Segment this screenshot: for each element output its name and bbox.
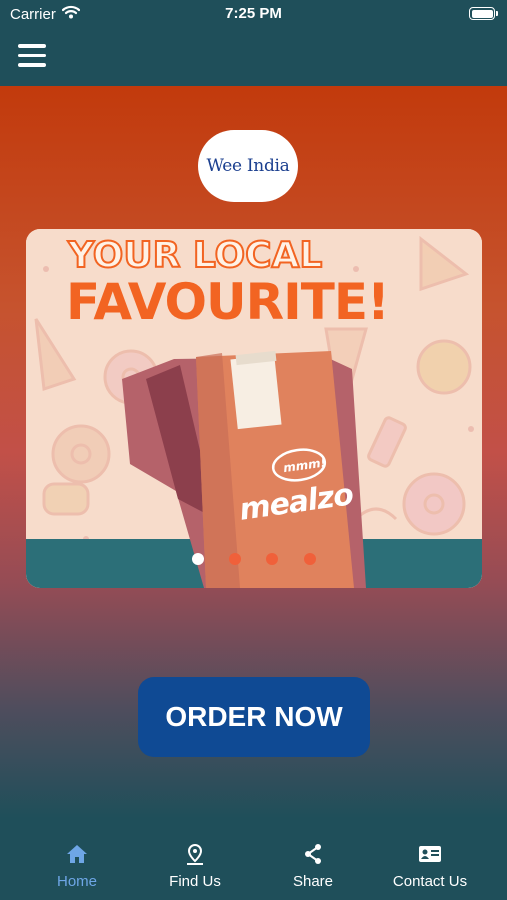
tab-find-us[interactable]: Find Us [132, 818, 258, 900]
location-pin-icon [183, 842, 207, 866]
contact-card-icon [418, 842, 442, 866]
tab-share-label: Share [292, 873, 334, 890]
carousel-dot-4[interactable] [304, 553, 316, 565]
tab-home-label: Home [56, 873, 97, 890]
banner-headline-line1: YOUR LOCAL [67, 234, 323, 277]
bottom-tab-bar: Home Find Us Share Contact Us [0, 818, 507, 900]
logo-text: Wee India [206, 156, 290, 176]
tab-home[interactable]: Home [14, 818, 140, 900]
carousel-dot-1[interactable] [192, 553, 204, 565]
status-bar: Carrier 7:25 PM [0, 0, 507, 28]
top-nav-bar [0, 28, 507, 86]
banner-headline-line2: FAVOURITE! [66, 273, 390, 331]
tab-contact-us-label: Contact Us [392, 873, 468, 890]
status-time: 7:25 PM [225, 5, 282, 22]
carousel-dot-2[interactable] [229, 553, 241, 565]
share-icon [301, 842, 325, 866]
restaurant-logo: Wee India [198, 130, 298, 202]
carousel-dots [26, 553, 482, 567]
tab-share[interactable]: Share [250, 818, 376, 900]
hamburger-menu-icon[interactable] [18, 44, 46, 68]
main-content: Wee India mmm! YOUR LOCAL FAVOURITE! mea… [0, 86, 507, 818]
carousel-dot-3[interactable] [266, 553, 278, 565]
tab-find-us-label: Find Us [169, 873, 221, 890]
battery-icon [469, 7, 498, 20]
tab-contact-us[interactable]: Contact Us [367, 818, 493, 900]
promo-banner-carousel[interactable]: mmm! YOUR LOCAL FAVOURITE! mealzo [26, 229, 482, 588]
order-now-button[interactable]: ORDER NOW [138, 677, 370, 757]
home-icon [65, 842, 89, 866]
